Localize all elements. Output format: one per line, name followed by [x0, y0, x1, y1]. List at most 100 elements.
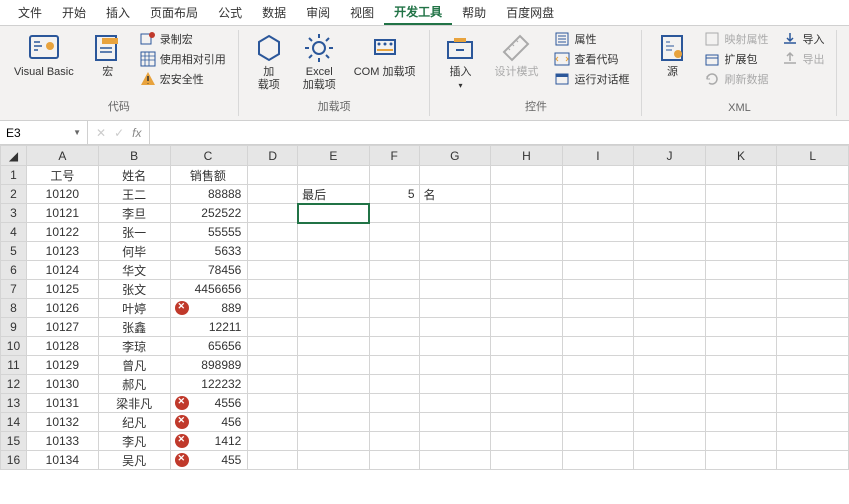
cell-I8[interactable]: [562, 299, 634, 318]
visual-basic-button[interactable]: Visual Basic: [8, 30, 80, 81]
cell-K10[interactable]: [705, 337, 777, 356]
enter-formula-button[interactable]: ✓: [114, 126, 124, 140]
cell-A15[interactable]: 10133: [26, 432, 98, 451]
cell-K16[interactable]: [705, 451, 777, 470]
cell-K12[interactable]: [705, 375, 777, 394]
row-header-4[interactable]: 4: [1, 223, 27, 242]
cell-D14[interactable]: [248, 413, 298, 432]
tab-3[interactable]: 页面布局: [140, 0, 208, 25]
row-header-11[interactable]: 11: [1, 356, 27, 375]
cell-G15[interactable]: [419, 432, 491, 451]
cell-F4[interactable]: [369, 223, 419, 242]
cell-E12[interactable]: [298, 375, 370, 394]
cell-C4[interactable]: 55555: [170, 223, 248, 242]
col-header-G[interactable]: G: [419, 146, 491, 166]
cell-B7[interactable]: 张文: [98, 280, 170, 299]
tab-4[interactable]: 公式: [208, 0, 252, 25]
cell-A13[interactable]: 10131: [26, 394, 98, 413]
cell-D4[interactable]: [248, 223, 298, 242]
cell-J11[interactable]: [634, 356, 706, 375]
macro-security-button[interactable]: 宏安全性: [136, 70, 230, 88]
cell-H8[interactable]: [491, 299, 563, 318]
row-header-15[interactable]: 15: [1, 432, 27, 451]
cell-B3[interactable]: 李旦: [98, 204, 170, 223]
cell-H4[interactable]: [491, 223, 563, 242]
cell-F5[interactable]: [369, 242, 419, 261]
cell-D16[interactable]: [248, 451, 298, 470]
cell-L13[interactable]: [777, 394, 849, 413]
cell-E7[interactable]: [298, 280, 370, 299]
cell-C1[interactable]: 销售额: [170, 166, 248, 185]
cell-C15[interactable]: 1412: [170, 432, 248, 451]
cell-K2[interactable]: [705, 185, 777, 204]
cell-I4[interactable]: [562, 223, 634, 242]
cell-C12[interactable]: 122232: [170, 375, 248, 394]
cell-F7[interactable]: [369, 280, 419, 299]
cell-F13[interactable]: [369, 394, 419, 413]
cell-F14[interactable]: [369, 413, 419, 432]
relative-ref-button[interactable]: 使用相对引用: [136, 50, 230, 68]
cell-E16[interactable]: [298, 451, 370, 470]
cell-K1[interactable]: [705, 166, 777, 185]
cell-F12[interactable]: [369, 375, 419, 394]
cell-C9[interactable]: 12211: [170, 318, 248, 337]
cell-B9[interactable]: 张鑫: [98, 318, 170, 337]
cell-C5[interactable]: 5633: [170, 242, 248, 261]
record-macro-button[interactable]: 录制宏: [136, 30, 230, 48]
cell-I2[interactable]: [562, 185, 634, 204]
row-header-13[interactable]: 13: [1, 394, 27, 413]
cell-A9[interactable]: 10127: [26, 318, 98, 337]
cell-B15[interactable]: 李凡: [98, 432, 170, 451]
cell-D8[interactable]: [248, 299, 298, 318]
xml-export-button[interactable]: 导出: [778, 50, 828, 68]
cell-D1[interactable]: [248, 166, 298, 185]
cell-E5[interactable]: [298, 242, 370, 261]
cell-G9[interactable]: [419, 318, 491, 337]
cell-F9[interactable]: [369, 318, 419, 337]
cell-D6[interactable]: [248, 261, 298, 280]
cell-H10[interactable]: [491, 337, 563, 356]
name-box-input[interactable]: [6, 126, 66, 140]
cell-K11[interactable]: [705, 356, 777, 375]
cell-H14[interactable]: [491, 413, 563, 432]
design-mode-button[interactable]: 设计模式: [488, 30, 544, 81]
cell-J3[interactable]: [634, 204, 706, 223]
row-header-6[interactable]: 6: [1, 261, 27, 280]
cell-D11[interactable]: [248, 356, 298, 375]
cell-K3[interactable]: [705, 204, 777, 223]
cell-L3[interactable]: [777, 204, 849, 223]
cell-H12[interactable]: [491, 375, 563, 394]
cell-I7[interactable]: [562, 280, 634, 299]
cell-E2[interactable]: 最后: [298, 185, 370, 204]
cell-B12[interactable]: 郝凡: [98, 375, 170, 394]
cell-F11[interactable]: [369, 356, 419, 375]
row-header-8[interactable]: 8: [1, 299, 27, 318]
cell-E15[interactable]: [298, 432, 370, 451]
cell-I10[interactable]: [562, 337, 634, 356]
cell-D2[interactable]: [248, 185, 298, 204]
run-dialog-button[interactable]: 运行对话框: [550, 70, 633, 88]
cell-L7[interactable]: [777, 280, 849, 299]
cell-L1[interactable]: [777, 166, 849, 185]
cell-B11[interactable]: 曾凡: [98, 356, 170, 375]
row-header-5[interactable]: 5: [1, 242, 27, 261]
cell-C2[interactable]: 88888: [170, 185, 248, 204]
cell-H3[interactable]: [491, 204, 563, 223]
cell-B13[interactable]: 梁非凡: [98, 394, 170, 413]
worksheet[interactable]: ◢ABCDEFGHIJKL1工号姓名销售额210120王二88888最后5名31…: [0, 145, 849, 470]
cell-E14[interactable]: [298, 413, 370, 432]
cell-F15[interactable]: [369, 432, 419, 451]
cell-G11[interactable]: [419, 356, 491, 375]
cell-E9[interactable]: [298, 318, 370, 337]
cell-A3[interactable]: 10121: [26, 204, 98, 223]
cell-L2[interactable]: [777, 185, 849, 204]
cell-B2[interactable]: 王二: [98, 185, 170, 204]
properties-button[interactable]: 属性: [550, 30, 633, 48]
cancel-formula-button[interactable]: ✕: [96, 126, 106, 140]
formula-input[interactable]: [156, 121, 843, 144]
cell-I3[interactable]: [562, 204, 634, 223]
cell-I11[interactable]: [562, 356, 634, 375]
row-header-2[interactable]: 2: [1, 185, 27, 204]
tab-10[interactable]: 百度网盘: [496, 0, 564, 25]
cell-B8[interactable]: 叶婷: [98, 299, 170, 318]
